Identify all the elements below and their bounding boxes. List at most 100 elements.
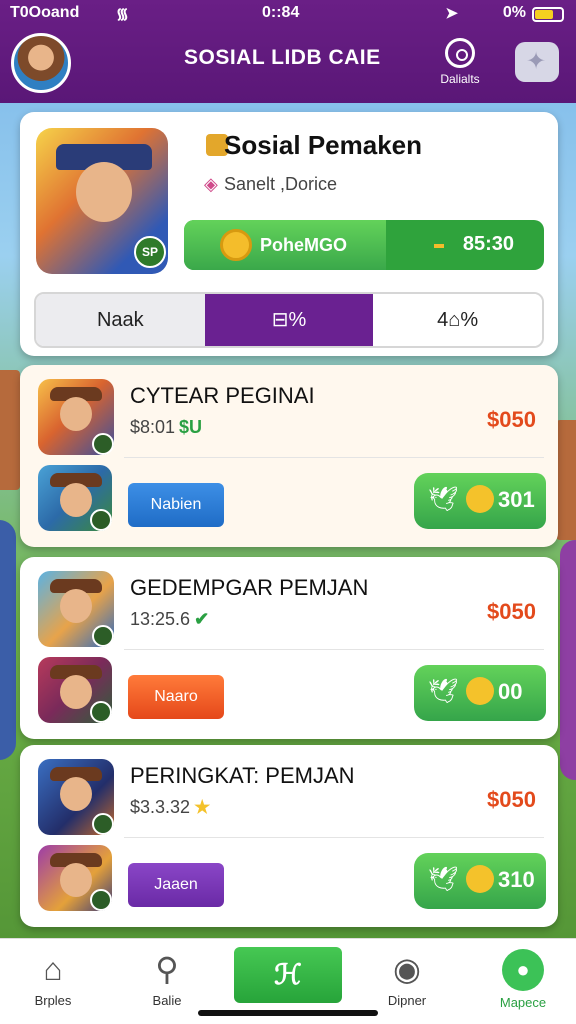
location-icon: ➤ <box>445 5 458 22</box>
share-button[interactable]: 🕊 301 <box>414 473 546 529</box>
details-label: Dalialts <box>440 72 480 86</box>
row-amount: $050 <box>487 599 536 624</box>
share-value: 310 <box>498 867 535 892</box>
game-icon <box>38 571 114 647</box>
home-icon: ⌂ <box>43 951 63 987</box>
bird-icon: 🕊 <box>428 866 459 893</box>
menu-icon[interactable] <box>515 42 559 82</box>
face-shape <box>60 863 92 897</box>
app-header: T0Ooand ᯾ 0::84 ➤ 0% SOSIAL LIDB CAIE Da… <box>0 0 576 103</box>
list-item[interactable]: PERINGKAT: PEMJAN $3.3.32 ★ $050 Jaaen 🕊 … <box>20 745 558 927</box>
badge-icon <box>92 625 114 647</box>
details-button[interactable]: Dalialts <box>430 38 490 90</box>
reward-left-segment: PoheMGO <box>184 220 386 270</box>
badge-icon <box>92 433 114 455</box>
wifi-icon: ᯾ <box>116 6 129 23</box>
tab-home-percent[interactable]: 4⌂% <box>373 294 542 346</box>
row-price-tag: ✔ <box>194 609 210 629</box>
row-amount: $050 <box>487 407 536 432</box>
row-price-tag: ★ <box>194 797 211 817</box>
share-value: 00 <box>498 679 523 704</box>
game-icon <box>38 465 112 531</box>
divider <box>124 457 544 458</box>
tab-naak[interactable]: Naak <box>36 294 205 346</box>
reward-value: 85:30 <box>462 233 514 255</box>
background-character <box>560 540 576 780</box>
row-price-value: $3.3.32 <box>130 797 191 817</box>
row-price: $3.3.32 ★ <box>130 797 210 818</box>
background-house <box>556 420 576 540</box>
badge-icon <box>92 813 114 835</box>
profile-card: SP Sosial Pemaken ◈ Sanelt ,Dorice PoheM… <box>20 112 558 356</box>
background-house <box>0 370 20 490</box>
row-title: CYTEAR PEGINAI <box>130 383 315 408</box>
search-icon <box>445 38 475 68</box>
row-title: PERINGKAT: PEMJAN <box>130 763 355 788</box>
star-coin-icon <box>466 865 494 893</box>
tab-percent[interactable]: ⊟% <box>204 294 374 346</box>
profile-name: Sosial Pemaken <box>224 130 422 160</box>
clock: 0::84 <box>262 4 300 21</box>
list-item[interactable]: CYTEAR PEGINAI $8:01 $U $050 Nabien 🕊 301 <box>20 365 558 547</box>
nav-item-dipner[interactable]: ◉ Dipner <box>362 949 452 1008</box>
background-character <box>0 520 16 760</box>
row-amount: $050 <box>487 787 536 812</box>
badge-icon <box>90 509 112 531</box>
game-icon <box>38 759 114 835</box>
coin-icon <box>220 229 252 261</box>
face-shape <box>60 397 92 431</box>
dash-icon <box>434 244 444 248</box>
game-icon <box>38 845 112 911</box>
star-coin-icon <box>466 677 494 705</box>
face-shape <box>60 777 92 811</box>
nav-label: Dipner <box>387 993 427 1008</box>
profile-icon: ● <box>502 949 544 991</box>
share-button[interactable]: 🕊 310 <box>414 853 546 909</box>
action-button[interactable]: Naaro <box>128 675 224 719</box>
battery-percent: 0% <box>502 4 526 21</box>
divider <box>124 649 544 650</box>
nav-item-brples[interactable]: ⌂ Brples <box>8 949 98 1008</box>
level-badge: SP <box>134 236 166 268</box>
row-price-tag: $U <box>179 417 203 437</box>
row-price: $8:01 $U <box>130 417 202 438</box>
reward-button[interactable]: PoheMGO 85:30 <box>184 220 544 270</box>
bird-icon: 🕊 <box>428 486 459 513</box>
share-value: 301 <box>498 487 535 512</box>
list-item[interactable]: GEDEMPGAR PEMJAN 13:25.6 ✔ $050 Naaro 🕊 0… <box>20 557 558 739</box>
action-button[interactable]: Jaaen <box>128 863 224 907</box>
row-title: GEDEMPGAR PEMJAN <box>130 575 369 600</box>
profile-subtitle: Sanelt ,Dorice <box>224 174 338 194</box>
action-button[interactable]: Nabien <box>128 483 224 527</box>
nav-label: Balie <box>152 993 182 1008</box>
nav-label: Mapece <box>499 995 547 1010</box>
row-price: 13:25.6 ✔ <box>130 609 209 630</box>
notification-icon: ◉ <box>393 951 421 987</box>
profile-game-icon: SP <box>36 128 168 274</box>
divider <box>124 837 544 838</box>
nav-item-balie[interactable]: ⚲ Balie <box>122 949 212 1008</box>
page-title: SOSIAL LIDB CAIE <box>184 46 381 69</box>
home-indicator <box>198 1010 378 1016</box>
face-shape <box>60 589 92 623</box>
carrier-label: T0Ooand <box>10 4 80 21</box>
game-icon <box>38 379 114 455</box>
tab-bar: Naak ⊟% 4⌂% <box>34 292 544 348</box>
face-shape <box>76 162 132 222</box>
battery-icon <box>532 7 564 22</box>
nav-item-mapece[interactable]: ● Mapece <box>478 949 568 1010</box>
user-avatar[interactable] <box>11 33 71 93</box>
badge-icon <box>90 701 112 723</box>
face-shape <box>60 483 92 517</box>
nav-label: Brples <box>34 993 72 1008</box>
status-bar: T0Ooand ᯾ 0::84 ➤ 0% <box>0 4 576 26</box>
face-shape <box>60 675 92 709</box>
game-icon <box>38 657 112 723</box>
play-button[interactable]: ℋ <box>234 947 342 1003</box>
search-icon: ⚲ <box>155 951 179 987</box>
badge-icon <box>90 889 112 911</box>
star-coin-icon <box>466 485 494 513</box>
row-price-value: 13:25.6 <box>130 609 191 629</box>
share-button[interactable]: 🕊 00 <box>414 665 546 721</box>
reward-label: PoheMGO <box>260 235 348 255</box>
